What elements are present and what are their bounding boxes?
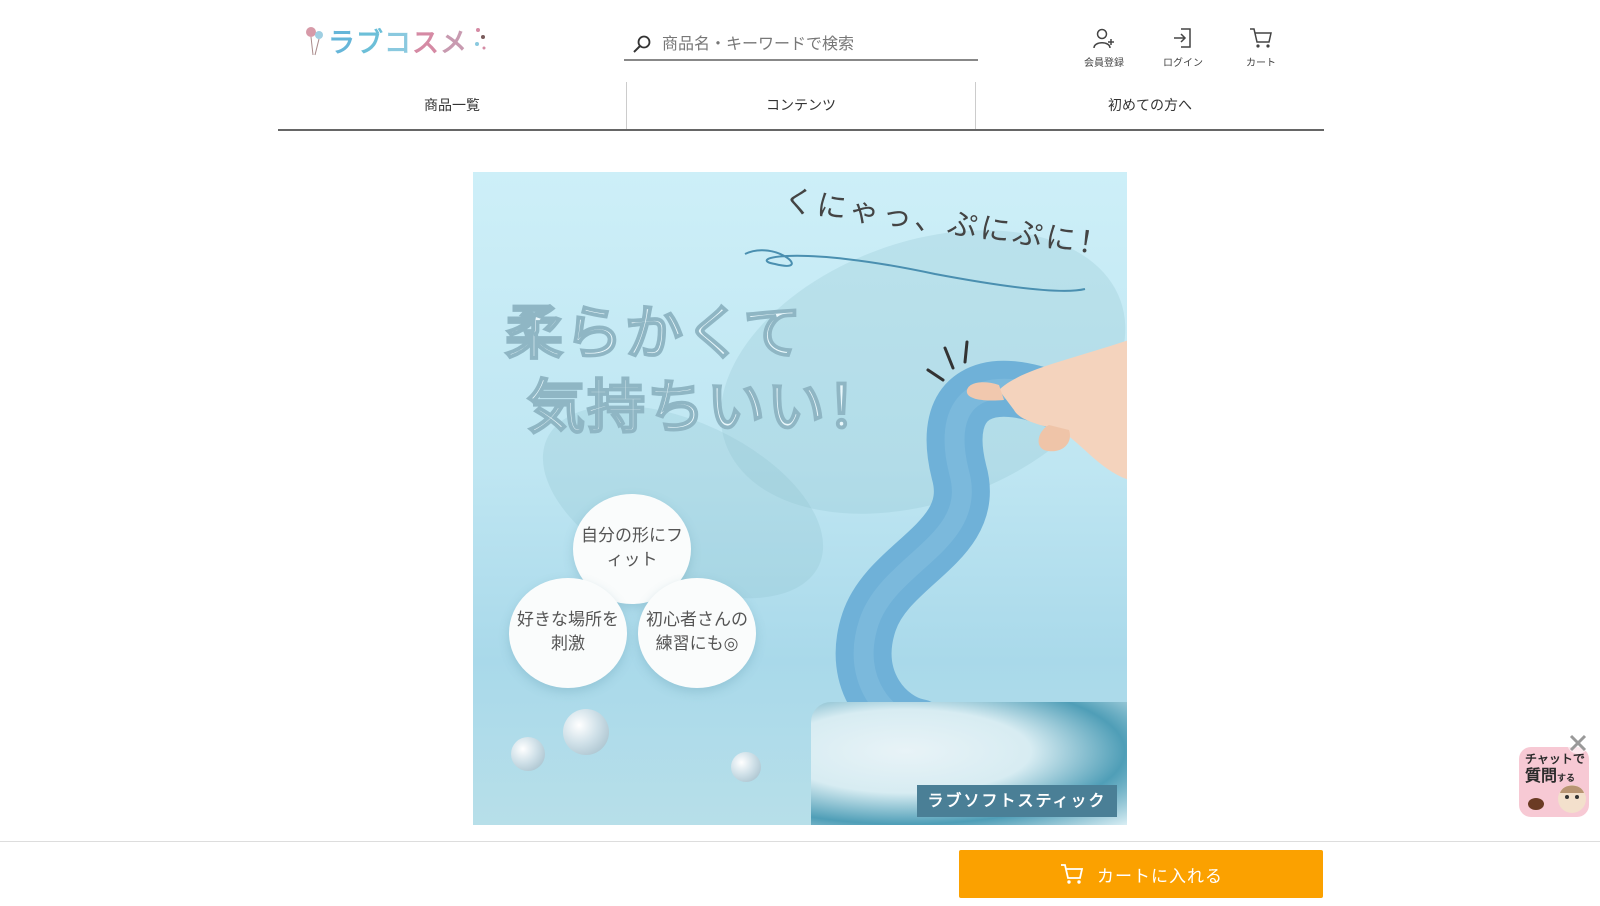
pearl-decoration — [511, 737, 545, 771]
register-label: 会員登録 — [1084, 58, 1124, 69]
hand-image — [966, 340, 1127, 480]
cart-link[interactable]: カート — [1226, 26, 1296, 69]
logo-text: ラブコスメ — [328, 27, 468, 59]
cart-icon — [1250, 28, 1272, 48]
sticky-footer-bar — [0, 841, 1600, 906]
pearl-decoration — [563, 709, 609, 755]
search-icon — [633, 35, 651, 53]
close-icon — [1567, 732, 1589, 754]
heart-balloon-icon — [304, 25, 326, 56]
hero-title-line1: 柔らかくて — [504, 298, 804, 368]
cart-icon — [1061, 864, 1084, 884]
search-bar[interactable] — [624, 28, 978, 61]
login-link[interactable]: ログイン — [1148, 26, 1218, 69]
search-input[interactable] — [662, 34, 962, 53]
add-to-cart-label: カートに入れる — [1097, 866, 1223, 887]
hero-banner: くにゃっ、ぷにぷに！ 柔らかくて 気持ちいい！ 自分の形にフィット 好きな場所を… — [473, 172, 1127, 825]
chat-close-button[interactable] — [1566, 731, 1590, 755]
register-link[interactable]: 会員登録 — [1069, 26, 1139, 69]
cart-label: カート — [1246, 58, 1276, 69]
feature-bubble-stimulate: 好きな場所を刺激 — [509, 578, 627, 688]
nav-item-products[interactable]: 商品一覧 — [278, 82, 627, 129]
nav-item-first-time[interactable]: 初めての方へ — [976, 82, 1324, 129]
user-add-icon — [1093, 28, 1114, 49]
pearl-decoration — [731, 752, 761, 782]
chat-widget[interactable]: チャットで 質問する — [1519, 747, 1589, 817]
nav-item-contents[interactable]: コンテンツ — [627, 82, 976, 129]
add-to-cart-button[interactable]: カートに入れる — [959, 850, 1323, 898]
login-label: ログイン — [1163, 58, 1203, 69]
product-name-label: ラブソフトスティック — [917, 785, 1117, 817]
mascot-icon — [1558, 785, 1586, 813]
sparkle-icon — [472, 24, 488, 56]
site-logo[interactable]: ラブコスメ — [304, 22, 488, 59]
chocolate-icon — [1528, 798, 1544, 810]
site-header: ラブコスメ 会員登録 — [0, 0, 1600, 82]
main-nav: 商品一覧 コンテンツ 初めての方へ — [278, 82, 1324, 131]
feature-bubble-beginner: 初心者さんの練習にも◎ — [638, 578, 756, 688]
login-icon — [1174, 28, 1191, 48]
